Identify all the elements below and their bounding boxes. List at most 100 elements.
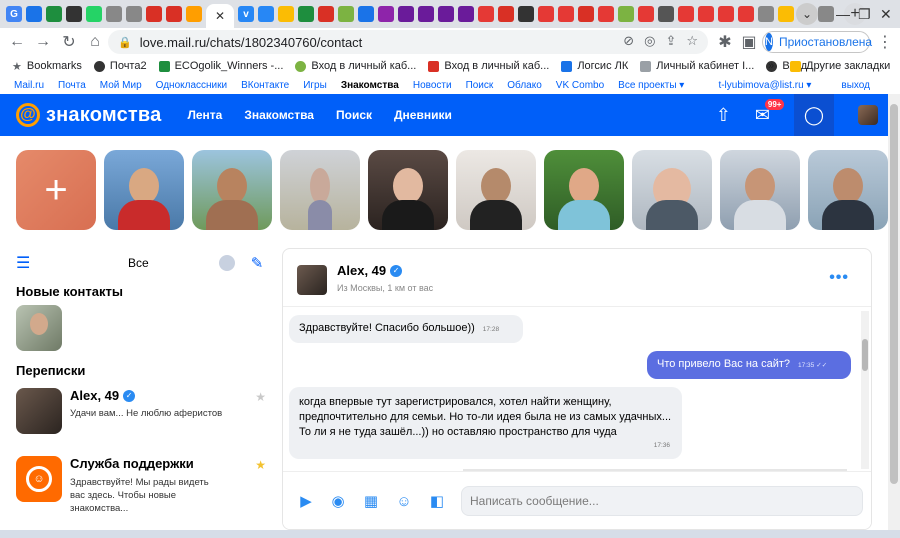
page-scrollbar[interactable] [888, 94, 900, 530]
bookmark-item[interactable]: ★ Bookmarks [12, 60, 82, 73]
sticker-icon[interactable]: ◧ [428, 492, 446, 510]
tab-icon[interactable] [518, 6, 534, 22]
add-story-button[interactable]: + [16, 150, 96, 230]
chat-partner-name[interactable]: Alex, 49 [337, 263, 386, 278]
chat-scrollbar[interactable] [861, 311, 869, 469]
tab-icon[interactable] [358, 6, 374, 22]
message-input[interactable]: Написать сообщение... [461, 486, 863, 516]
story-item[interactable] [104, 150, 184, 230]
portal-link-active[interactable]: Знакомства [341, 80, 399, 91]
bookmark-star-icon[interactable]: ☆ [686, 33, 698, 49]
back-arrow-icon[interactable]: ← [4, 29, 30, 55]
tab-icon[interactable] [818, 6, 834, 22]
tab-icon[interactable] [46, 6, 62, 22]
portal-link[interactable]: Mail.ru [14, 80, 44, 91]
notifications-icon[interactable]: ✉ 99+ [755, 98, 785, 126]
bookmark-item[interactable]: ECOgolik_Winners -... [158, 60, 283, 72]
nav-dating[interactable]: Знакомства [244, 108, 314, 122]
tab-icon[interactable] [318, 6, 334, 22]
tab-icon[interactable] [338, 6, 354, 22]
close-window-button[interactable]: ✕ [880, 0, 892, 28]
online-filter-toggle[interactable] [218, 255, 235, 271]
story-item[interactable] [192, 150, 272, 230]
chat-list-item[interactable]: ☺ Служба поддержки Здравствуйте! Мы рады… [16, 456, 266, 515]
tab-icon[interactable] [298, 6, 314, 22]
tab-icon[interactable] [186, 6, 202, 22]
tab-google-icon[interactable]: G [6, 6, 22, 22]
tab-icon[interactable] [378, 6, 394, 22]
tab-icon[interactable] [598, 6, 614, 22]
logout-link[interactable]: выход [841, 80, 870, 91]
lock-icon[interactable]: 🔒 [118, 36, 132, 49]
photo-camera-icon[interactable]: ◉ [329, 492, 347, 510]
home-icon[interactable]: ⌂ [82, 29, 108, 55]
tab-icon[interactable] [66, 6, 82, 22]
tab-icon[interactable] [458, 6, 474, 22]
new-contact-avatar[interactable] [16, 305, 62, 351]
portal-link[interactable]: Облако [507, 80, 542, 91]
portal-link[interactable]: Почта [58, 80, 86, 91]
favorite-star-icon[interactable]: ★ [255, 390, 266, 404]
tab-icon[interactable] [778, 6, 794, 22]
site-blocked-icon[interactable]: ⊘ [623, 33, 634, 49]
favorite-star-icon[interactable]: ★ [255, 458, 266, 472]
user-avatar[interactable] [858, 105, 878, 125]
maximize-button[interactable]: ❐ [858, 0, 871, 28]
tab-whatsapp-icon[interactable] [86, 6, 102, 22]
story-item[interactable] [456, 150, 536, 230]
reload-icon[interactable]: ↻ [56, 29, 82, 55]
tab-icon[interactable] [258, 6, 274, 22]
portal-link[interactable]: ВКонтакте [241, 80, 289, 91]
tab-icon[interactable] [638, 6, 654, 22]
tab-icon[interactable] [738, 6, 754, 22]
tab-icon[interactable] [438, 6, 454, 22]
nav-diaries[interactable]: Дневники [394, 108, 452, 122]
tab-icon[interactable] [146, 6, 162, 22]
gift-icon[interactable]: ▦ [362, 492, 380, 510]
tab-icon[interactable] [618, 6, 634, 22]
url-text[interactable]: love.mail.ru/chats/1802340760/contact [140, 35, 363, 50]
story-item[interactable] [808, 150, 888, 230]
emoji-icon[interactable]: ☺ [395, 492, 413, 510]
story-item[interactable] [720, 150, 800, 230]
share-icon[interactable]: ⇪ [665, 33, 676, 49]
tab-search-button[interactable]: ⌄ [796, 3, 818, 25]
story-item[interactable] [544, 150, 624, 230]
list-menu-icon[interactable]: ☰ [16, 253, 36, 273]
tab-icon[interactable] [498, 6, 514, 22]
portal-link[interactable]: Игры [303, 80, 327, 91]
story-item[interactable] [368, 150, 448, 230]
other-bookmarks-folder[interactable]: Другие закладки [790, 60, 890, 72]
tab-icon[interactable] [126, 6, 142, 22]
portal-link[interactable]: Одноклассники [156, 80, 227, 91]
address-bar[interactable]: 🔒 love.mail.ru/chats/1802340760/contact … [108, 30, 708, 54]
active-tab[interactable]: ✕ [206, 4, 234, 28]
tab-vk-icon[interactable]: v [238, 6, 254, 22]
forward-arrow-icon[interactable]: → [30, 29, 56, 55]
portal-link[interactable]: Новости [413, 80, 452, 91]
tab-icon[interactable] [578, 6, 594, 22]
bookmark-item[interactable]: Почта2 [93, 60, 147, 72]
video-camera-icon[interactable]: ▶ [297, 492, 315, 510]
messages-icon[interactable]: ◯ [794, 94, 834, 136]
nav-feed[interactable]: Лента [187, 108, 222, 122]
more-bookmarks-button[interactable]: » [768, 60, 774, 72]
chat-partner-avatar[interactable] [297, 265, 327, 295]
eye-off-icon[interactable]: ◎ [644, 33, 655, 49]
chat-scroll-thumb[interactable] [862, 339, 868, 371]
tab-icon[interactable] [558, 6, 574, 22]
user-email[interactable]: t-lyubimova@list.ru ▾ [718, 80, 811, 91]
portal-link[interactable]: VK Combo [556, 80, 604, 91]
chat-list-item[interactable]: Alex, 49 ✓ Удачи вам... Не люблю аферисто… [16, 388, 266, 434]
tab-icon[interactable] [278, 6, 294, 22]
browser-menu-icon[interactable]: ⋮ [872, 29, 898, 55]
nav-search[interactable]: Поиск [336, 108, 372, 122]
tab-icon[interactable] [418, 6, 434, 22]
bookmark-item[interactable]: Вход в личный каб... [428, 60, 549, 72]
filter-all[interactable]: Все [128, 256, 149, 270]
up-arrow-icon[interactable]: ⇧ [716, 105, 731, 126]
story-item[interactable] [280, 150, 360, 230]
side-panel-icon[interactable]: ▣ [736, 29, 762, 55]
portal-link[interactable]: Все проекты ▾ [618, 80, 684, 91]
page-scroll-thumb[interactable] [890, 104, 898, 484]
